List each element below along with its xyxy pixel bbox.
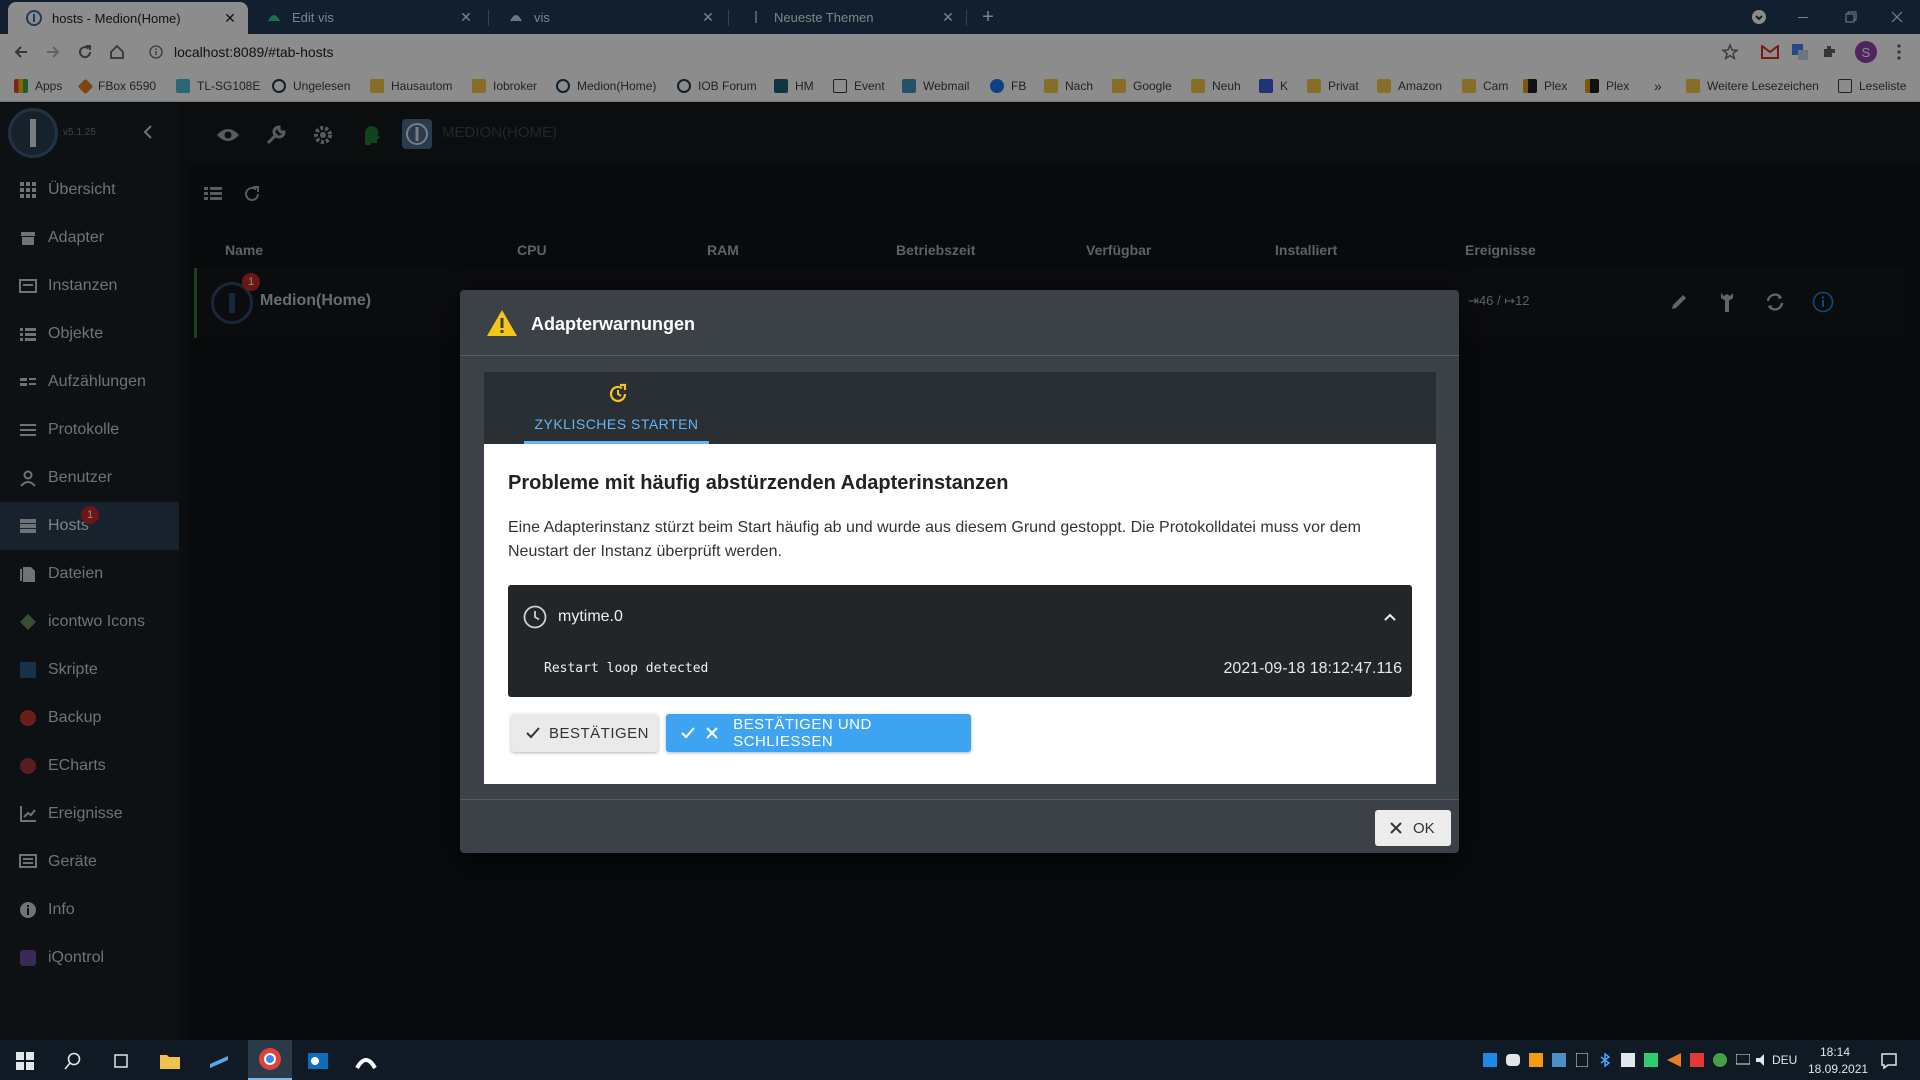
input-language[interactable]: DEU xyxy=(1772,1053,1797,1067)
warning-icon xyxy=(486,308,518,338)
tray-app-icon[interactable] xyxy=(1666,1052,1682,1068)
tray-app-icon[interactable] xyxy=(1643,1052,1659,1068)
outlook-icon[interactable] xyxy=(305,1048,331,1074)
ok-label: OK xyxy=(1413,819,1435,837)
chrome-taskbar-icon[interactable] xyxy=(248,1040,292,1080)
dialog-title: Adapterwarnungen xyxy=(531,314,696,334)
warning-content: Probleme mit häufig abstürzenden Adapter… xyxy=(484,444,1436,784)
tray-app-icon[interactable] xyxy=(1482,1052,1498,1068)
bluetooth-icon[interactable] xyxy=(1597,1052,1613,1068)
ok-button[interactable]: OK xyxy=(1375,810,1451,846)
volume-icon[interactable] xyxy=(1755,1052,1771,1068)
warning-tabs: ZYKLISCHES STARTEN xyxy=(484,372,1436,444)
confirm-button[interactable]: BESTÄTIGEN xyxy=(511,714,658,752)
instance-message: Restart loop detected xyxy=(544,661,709,676)
instance-panel[interactable]: mytime.0 Restart loop detected 2021-09-1… xyxy=(508,585,1412,697)
tab-zyklisches-starten[interactable]: ZYKLISCHES STARTEN xyxy=(524,372,709,444)
close-icon xyxy=(704,724,722,742)
tray-app-icon[interactable] xyxy=(1689,1052,1705,1068)
clock-time[interactable]: 18:14 xyxy=(1820,1045,1850,1059)
modal-backdrop[interactable]: Adapterwarnungen ZYKLISCHES STARTEN Prob… xyxy=(0,0,1920,1080)
windows-start-icon[interactable] xyxy=(12,1048,38,1074)
clock-date[interactable]: 18.09.2021 xyxy=(1808,1062,1868,1076)
tray-app-icon[interactable] xyxy=(1712,1052,1728,1068)
restart-cycle-icon xyxy=(606,382,630,406)
tray-app-icon[interactable] xyxy=(1528,1052,1544,1068)
tray-app-icon[interactable] xyxy=(1620,1052,1636,1068)
network-icon[interactable] xyxy=(1735,1052,1751,1068)
app-icon[interactable] xyxy=(206,1048,232,1074)
confirm-label: BESTÄTIGEN xyxy=(549,724,650,742)
warning-heading: Probleme mit häufig abstürzenden Adapter… xyxy=(508,472,1009,494)
close-icon xyxy=(1387,819,1405,837)
instance-name: mytime.0 xyxy=(558,608,623,625)
chevron-up-icon[interactable] xyxy=(1380,607,1400,627)
adapter-warnings-dialog: Adapterwarnungen ZYKLISCHES STARTEN Prob… xyxy=(460,290,1459,853)
check-icon xyxy=(523,723,543,743)
notifications-icon[interactable] xyxy=(1876,1048,1902,1074)
discord-icon[interactable] xyxy=(1505,1052,1521,1068)
check-icon xyxy=(678,723,698,743)
search-icon[interactable] xyxy=(60,1048,86,1074)
windows-taskbar: DEU 18:14 18.09.2021 xyxy=(0,1040,1920,1080)
app-icon[interactable] xyxy=(353,1048,379,1074)
confirm-close-label: BESTÄTIGEN UND SCHLIESSEN xyxy=(733,716,872,750)
tray-app-icon[interactable] xyxy=(1551,1052,1567,1068)
tab-label: ZYKLISCHES STARTEN xyxy=(534,416,699,432)
instance-timestamp: 2021-09-18 18:12:47.116 xyxy=(1223,660,1402,677)
warning-description: Eine Adapterinstanz stürzt beim Start hä… xyxy=(508,519,1361,560)
usb-icon[interactable] xyxy=(1574,1052,1590,1068)
confirm-and-close-button[interactable]: BESTÄTIGEN UND SCHLIESSEN xyxy=(666,714,971,752)
task-view-icon[interactable] xyxy=(108,1048,134,1074)
dialog-header: Adapterwarnungen xyxy=(460,290,1459,356)
dialog-footer: OK xyxy=(460,799,1459,853)
clock-icon xyxy=(522,604,548,630)
file-explorer-icon[interactable] xyxy=(157,1048,183,1074)
